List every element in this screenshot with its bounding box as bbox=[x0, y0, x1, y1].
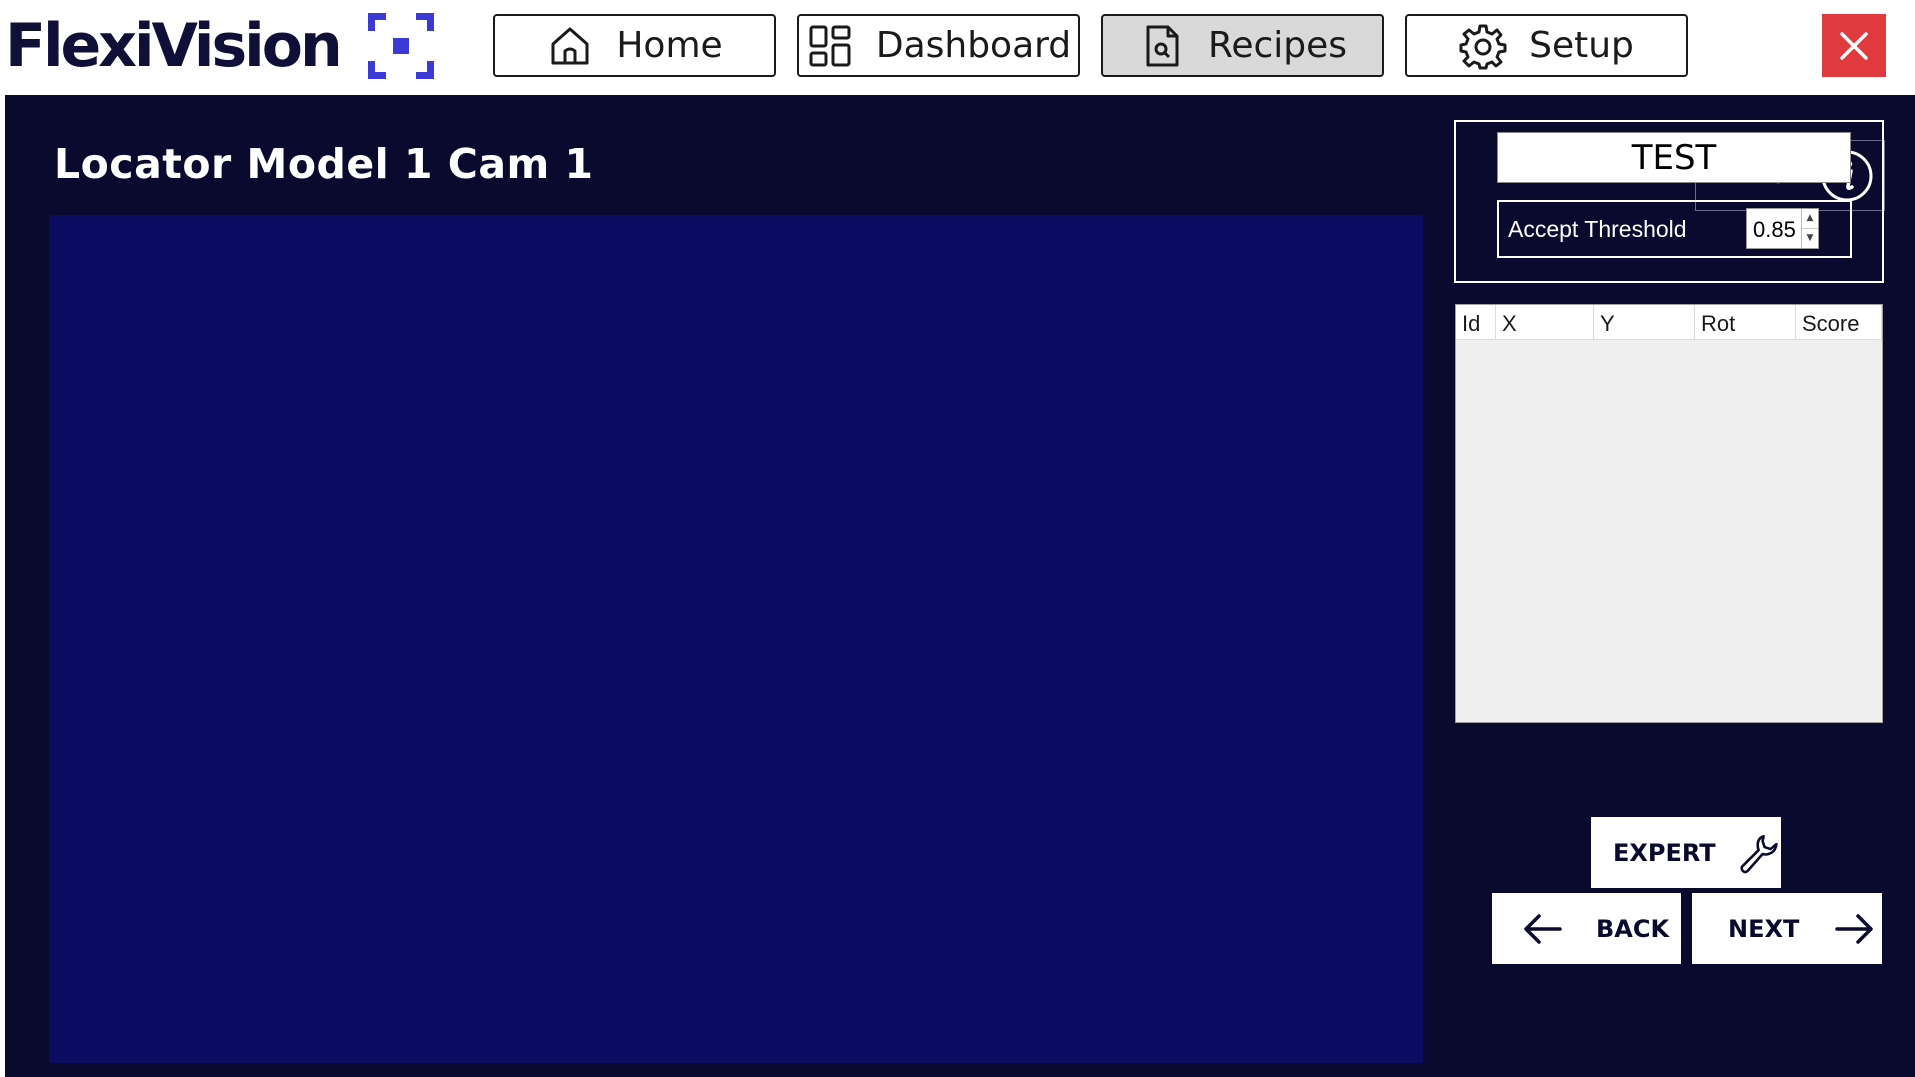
page-title: Locator Model 1 Cam 1 bbox=[54, 140, 594, 188]
expert-button[interactable]: EXPERT bbox=[1591, 817, 1781, 888]
threshold-value[interactable]: 0.85 bbox=[1753, 217, 1796, 243]
column-header-score[interactable]: Score bbox=[1796, 305, 1882, 339]
nav-setup-button[interactable]: Setup bbox=[1405, 14, 1688, 77]
results-table-header: Id X Y Rot Score bbox=[1456, 305, 1882, 340]
wrench-icon bbox=[1740, 834, 1778, 873]
threshold-stepper[interactable]: 0.85 ▲ ▼ bbox=[1746, 208, 1819, 249]
close-icon bbox=[1840, 31, 1868, 60]
logo-mark-icon bbox=[367, 13, 434, 79]
nav-recipes-label: Recipes bbox=[1207, 25, 1348, 66]
arrow-right-icon bbox=[1835, 913, 1874, 944]
back-button[interactable]: BACK bbox=[1492, 893, 1681, 964]
column-header-y[interactable]: Y bbox=[1594, 305, 1695, 339]
nav-dashboard-button[interactable]: Dashboard bbox=[797, 14, 1080, 77]
arrow-left-icon bbox=[1524, 913, 1562, 944]
close-button[interactable] bbox=[1822, 14, 1886, 77]
home-icon bbox=[551, 27, 589, 64]
threshold-label: Accept Threshold bbox=[1508, 216, 1687, 242]
gear-icon bbox=[1459, 24, 1507, 69]
column-header-x[interactable]: X bbox=[1496, 305, 1594, 339]
expert-label: EXPERT bbox=[1613, 838, 1716, 867]
column-header-rot[interactable]: Rot bbox=[1695, 305, 1796, 339]
camera-image-viewer[interactable] bbox=[49, 215, 1423, 1063]
app-logo: FlexiVision bbox=[5, 6, 434, 86]
logo-text: FlexiVision bbox=[5, 11, 343, 81]
results-table[interactable]: Id X Y Rot Score bbox=[1455, 304, 1883, 723]
nav-home-label: Home bbox=[616, 25, 723, 66]
stepper-arrows: ▲ ▼ bbox=[1801, 209, 1818, 248]
document-search-icon bbox=[1146, 25, 1179, 66]
nav-home-button[interactable]: Home bbox=[493, 14, 776, 77]
dashboard-grid-icon bbox=[809, 25, 851, 66]
stepper-down-icon[interactable]: ▼ bbox=[1802, 229, 1818, 248]
nav-setup-label: Setup bbox=[1529, 25, 1634, 66]
column-header-id[interactable]: Id bbox=[1456, 305, 1496, 339]
nav-recipes-button[interactable]: Recipes bbox=[1101, 14, 1384, 77]
stepper-up-icon[interactable]: ▲ bbox=[1802, 209, 1818, 229]
next-button[interactable]: NEXT bbox=[1692, 893, 1882, 964]
next-label: NEXT bbox=[1728, 914, 1800, 943]
test-button[interactable]: TEST bbox=[1497, 132, 1851, 183]
nav-dashboard-label: Dashboard bbox=[875, 25, 1072, 66]
back-label: BACK bbox=[1596, 914, 1670, 943]
